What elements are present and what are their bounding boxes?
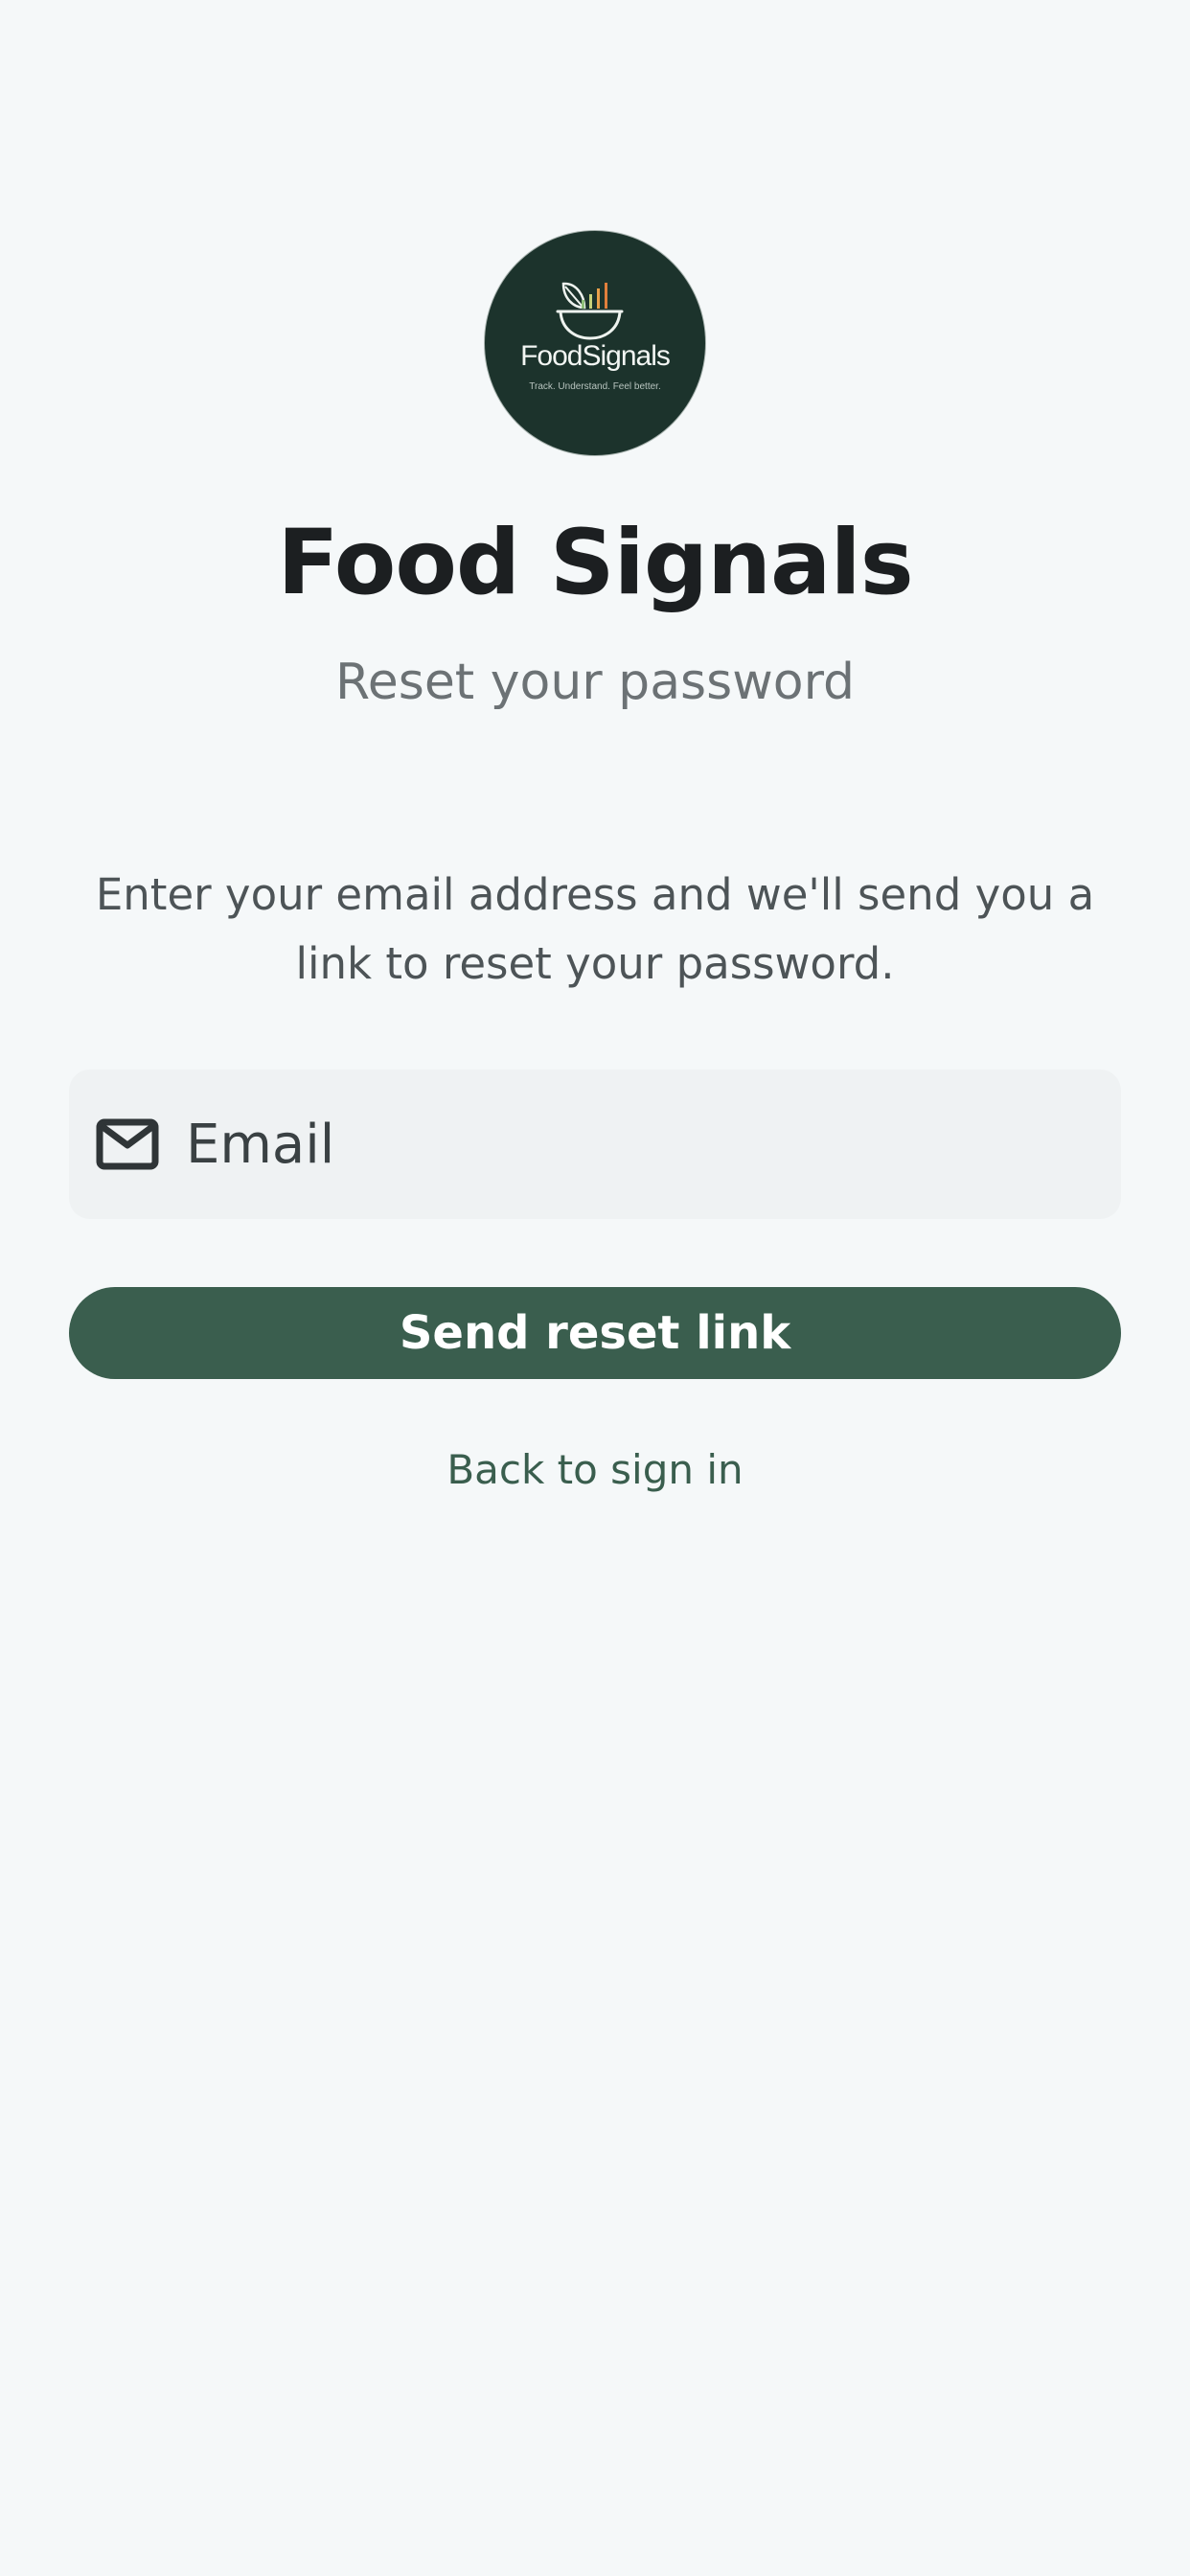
reset-instructions: Enter your email address and we'll send … [95, 869, 1095, 989]
send-reset-link-button[interactable]: Send reset link [69, 1287, 1121, 1379]
mail-icon [96, 1118, 159, 1170]
app-logo: FoodSignals Track. Understand. Feel bett… [485, 231, 705, 455]
logo-tagline: Track. Understand. Feel better. [529, 381, 661, 392]
page-subtitle: Reset your password [334, 654, 856, 711]
logo-wordmark: FoodSignals [520, 340, 671, 372]
email-input[interactable] [186, 1096, 1087, 1192]
app-title: Food Signals [277, 511, 913, 615]
email-field[interactable] [69, 1070, 1121, 1219]
back-to-sign-in-link[interactable]: Back to sign in [355, 1441, 835, 1499]
